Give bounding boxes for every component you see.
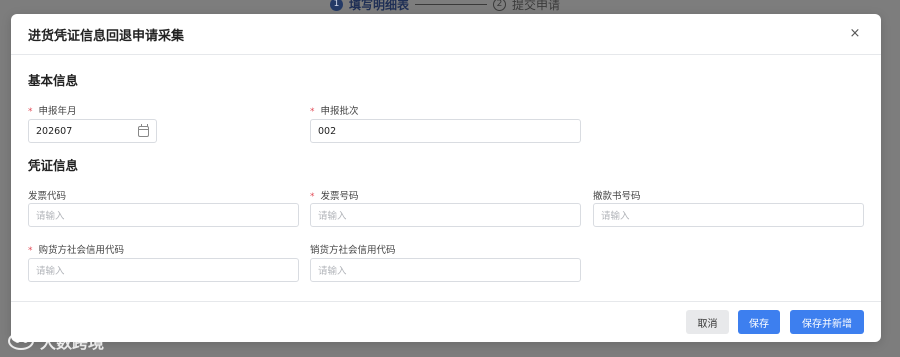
payment-number-placeholder: 请输入: [601, 211, 630, 222]
watermark: 大数跨境: [8, 328, 104, 354]
invoice-number-input[interactable]: 请输入: [310, 203, 581, 227]
required-mark: *: [310, 107, 315, 117]
step-2-number: 2: [493, 0, 507, 11]
voucher-rollback-dialog: 进货凭证信息回退申请采集 × 基本信息 * 申报年月 202607 * 申报批次 0…: [11, 14, 881, 342]
field-label-seller-credit-code: 销货方社会信用代码: [310, 245, 396, 256]
field-label-declare-batch: * 申报批次: [310, 106, 359, 117]
declare-batch-value: 002: [318, 125, 337, 137]
cancel-button[interactable]: 取消: [686, 310, 729, 334]
section-title-basic: 基本信息: [28, 73, 79, 88]
step-1-number: 1: [330, 0, 343, 11]
watermark-logo-icon: [8, 332, 34, 350]
seller-credit-code-input[interactable]: 请输入: [310, 258, 581, 282]
invoice-number-placeholder: 请输入: [318, 211, 347, 222]
step-2-label: 提交申请: [512, 0, 561, 12]
save-button[interactable]: 保存: [738, 310, 780, 334]
save-and-new-button[interactable]: 保存并新增: [790, 310, 864, 334]
field-label-declare-month: * 申报年月: [28, 106, 77, 117]
declare-batch-input[interactable]: 002: [310, 119, 581, 143]
declare-month-value: 202607: [36, 125, 73, 137]
dialog-body: 基本信息 * 申报年月 202607 * 申报批次 002 凭证信息 发票代码 请输…: [11, 55, 881, 301]
payment-number-input[interactable]: 请输入: [593, 203, 864, 227]
step-indicator: 1 填写明细表 2 提交申请: [330, 0, 560, 14]
required-mark: *: [28, 107, 33, 117]
buyer-credit-code-placeholder: 请输入: [36, 266, 65, 277]
required-mark: *: [310, 192, 315, 202]
dialog-footer: 取消 保存 保存并新增: [11, 301, 881, 342]
declare-month-date-picker[interactable]: 202607: [28, 119, 157, 143]
dialog-header: 进货凭证信息回退申请采集 ×: [11, 14, 881, 55]
section-title-voucher: 凭证信息: [28, 158, 79, 173]
close-icon[interactable]: ×: [847, 26, 863, 42]
watermark-text: 大数跨境: [40, 333, 105, 352]
dialog-title: 进货凭证信息回退申请采集: [28, 28, 185, 44]
invoice-code-input[interactable]: 请输入: [28, 203, 299, 227]
buyer-credit-code-input[interactable]: 请输入: [28, 258, 299, 282]
required-mark: *: [28, 246, 33, 256]
seller-credit-code-placeholder: 请输入: [318, 266, 347, 277]
field-label-invoice-number: * 发票号码: [310, 191, 359, 202]
step-1-label: 填写明细表: [349, 0, 410, 12]
field-label-payment-number: 撤款书号码: [593, 191, 641, 202]
step-connector: [415, 3, 488, 5]
invoice-code-placeholder: 请输入: [36, 211, 65, 222]
calendar-icon[interactable]: [138, 124, 149, 137]
field-label-buyer-credit-code: * 购货方社会信用代码: [28, 245, 125, 256]
field-label-invoice-code: 发票代码: [28, 191, 67, 202]
